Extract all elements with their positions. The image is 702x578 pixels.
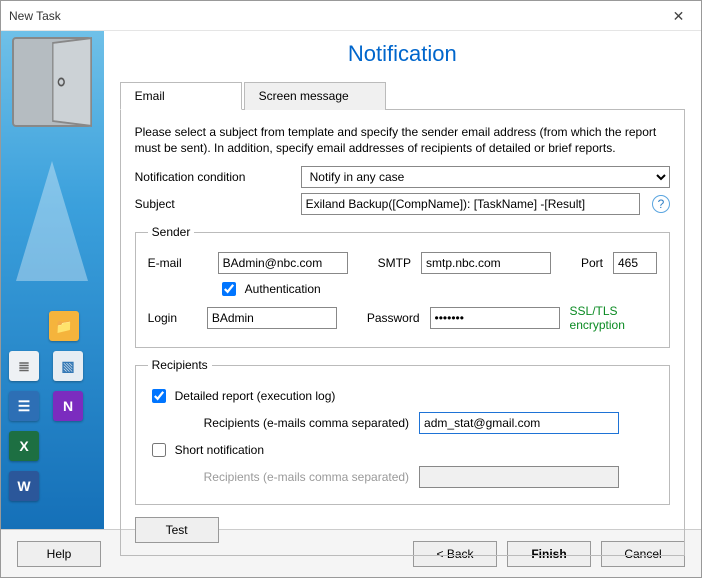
folder-icon: 📁 [49,311,79,341]
help-icon[interactable]: ? [652,195,670,213]
recipients-legend: Recipients [148,358,212,372]
detailed-recipients-label: Recipients (e-mails comma separated) [204,416,409,430]
tab-screen-label: Screen message [259,89,349,103]
test-button[interactable]: Test [135,517,219,543]
condition-select[interactable]: Notify in any case [301,166,670,188]
help-button[interactable]: Help [17,541,101,567]
page-title: Notification [120,41,685,67]
detailed-checkbox[interactable] [152,389,166,403]
excel-icon: X [9,431,39,461]
picture-icon: ▧ [53,351,83,381]
test-button-label: Test [166,523,188,537]
smtp-label: SMTP [378,256,411,270]
row-condition: Notification condition Notify in any cas… [135,166,670,188]
sidebar-icons: 📁 ≣ ▧ ☰ N X W [1,303,104,519]
word-icon: W [9,471,39,501]
password-label: Password [367,311,420,325]
tabs: Email Screen message [120,81,685,110]
auth-label: Authentication [245,282,321,296]
description-text: Please select a subject from template an… [135,124,670,156]
tab-email[interactable]: Email [120,82,242,110]
smtp-input[interactable] [421,252,551,274]
safe-illustration [12,37,92,127]
question-mark-icon: ? [658,197,665,211]
contacts-icon: ☰ [9,391,39,421]
sender-legend: Sender [148,225,195,239]
tab-screen-message[interactable]: Screen message [244,82,386,110]
test-row: Test [135,517,670,543]
short-checkbox-wrap[interactable]: Short notification [148,440,264,460]
row-subject: Subject ? [135,193,670,215]
email-label: E-mail [148,256,208,270]
email-input[interactable] [218,252,348,274]
arrow-illustration [16,161,88,281]
sidebar: 📁 ≣ ▧ ☰ N X W [1,31,104,529]
condition-label: Notification condition [135,170,295,184]
body: 📁 ≣ ▧ ☰ N X W Notification Email Screen me… [1,31,701,529]
tab-email-label: Email [135,89,165,103]
login-input[interactable] [207,307,337,329]
short-checkbox[interactable] [152,443,166,457]
password-input[interactable] [430,307,560,329]
auth-checkbox[interactable] [222,282,236,296]
ssl-label: SSL/TLS encryption [570,304,657,332]
close-button[interactable]: ✕ [656,1,701,31]
detailed-recipients-input[interactable] [419,412,619,434]
window-title: New Task [9,9,61,23]
close-icon: ✕ [673,8,685,25]
onenote-icon: N [53,391,83,421]
detailed-checkbox-wrap[interactable]: Detailed report (execution log) [148,386,336,406]
short-recipients-label: Recipients (e-mails comma separated) [204,470,409,484]
recipients-fieldset: Recipients Detailed report (execution lo… [135,358,670,505]
port-label: Port [581,256,603,270]
help-button-label: Help [47,547,72,561]
main: Notification Email Screen message Please… [104,31,701,529]
login-label: Login [148,311,197,325]
port-input[interactable] [613,252,657,274]
short-recipients-input [419,466,619,488]
subject-input[interactable] [301,193,640,215]
auth-checkbox-wrap[interactable]: Authentication [218,279,321,299]
safe-door [52,37,92,127]
detailed-label: Detailed report (execution log) [175,389,336,403]
subject-label: Subject [135,197,295,211]
document-icon: ≣ [9,351,39,381]
titlebar: New Task ✕ [1,1,701,31]
short-label: Short notification [175,443,264,457]
tab-panel: Please select a subject from template an… [120,110,685,556]
sender-fieldset: Sender E-mail SMTP Port Auth [135,225,670,348]
